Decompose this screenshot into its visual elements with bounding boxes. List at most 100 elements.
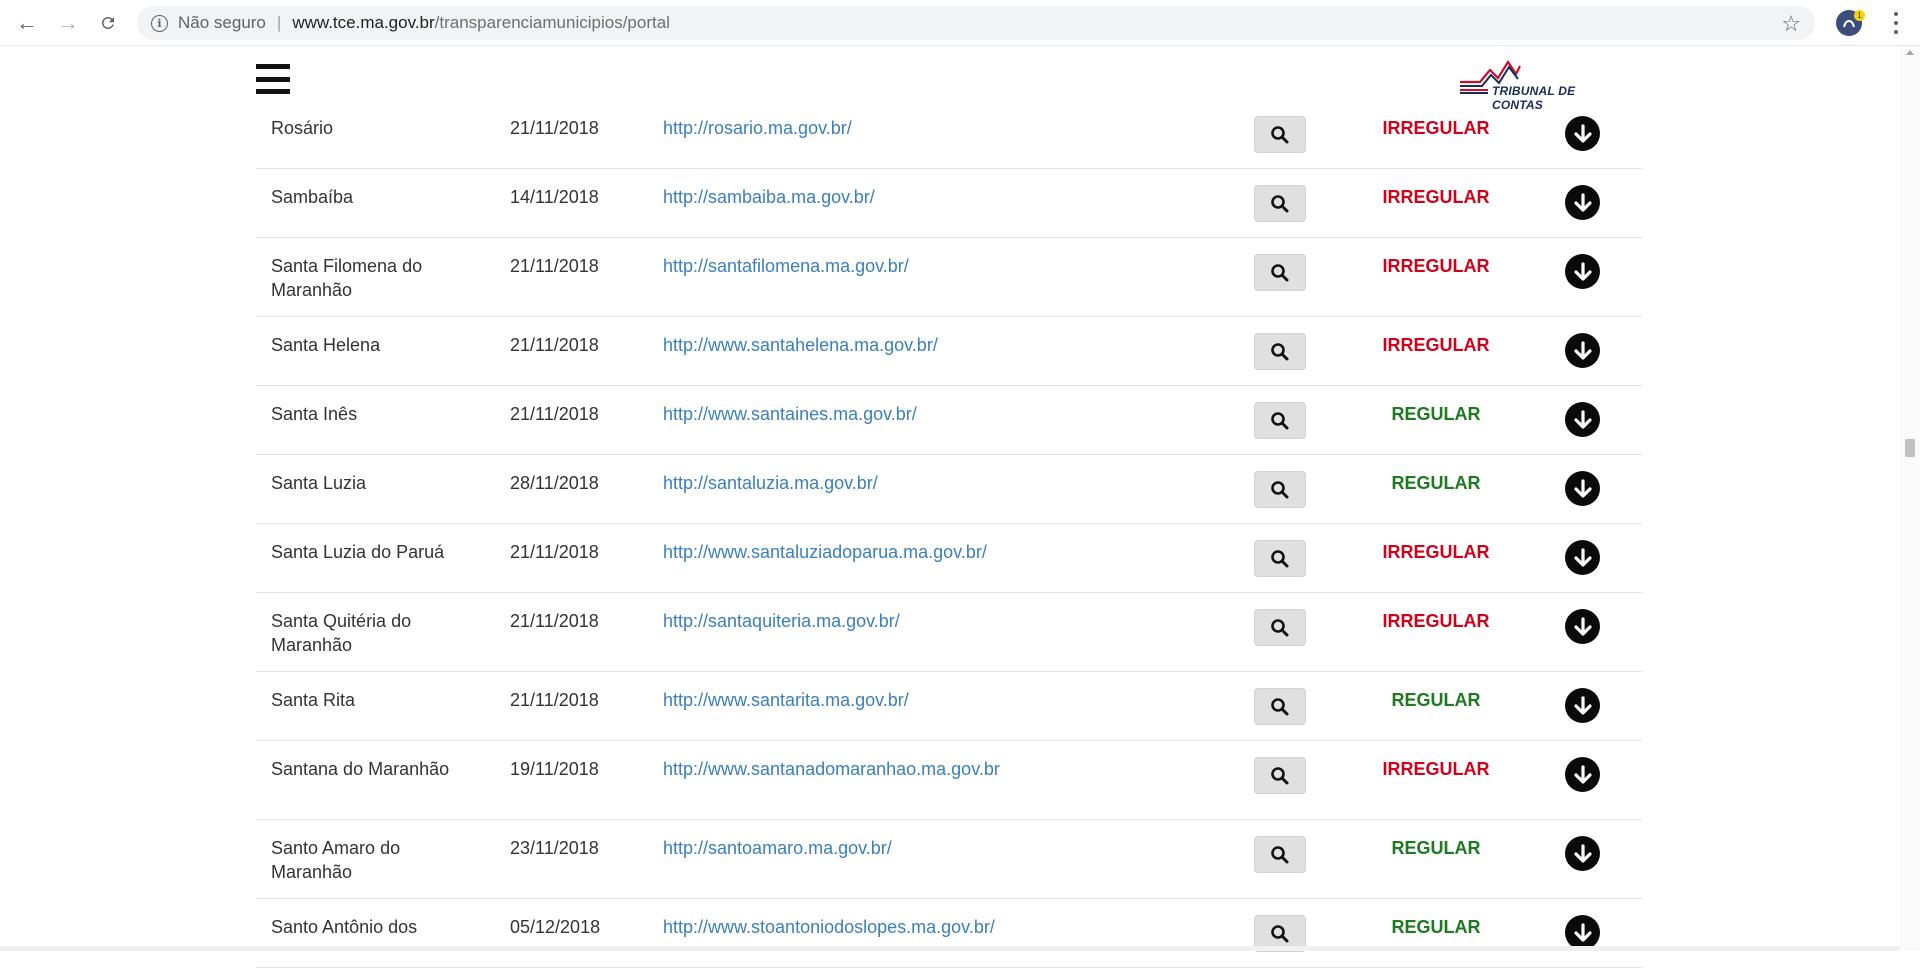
update-date: 14/11/2018 bbox=[510, 187, 599, 207]
portal-link[interactable]: http://www.santahelena.ma.gov.br/ bbox=[663, 333, 938, 357]
portal-link[interactable]: http://www.santarita.ma.gov.br/ bbox=[663, 688, 909, 712]
table-row: Santo Antônio dos 05/12/2018 http://www.… bbox=[256, 899, 1642, 968]
status-label: IRREGULAR bbox=[1382, 759, 1490, 779]
status-label: REGULAR bbox=[1391, 690, 1481, 710]
arrow-down-icon bbox=[1573, 547, 1592, 567]
update-date: 21/11/2018 bbox=[510, 404, 599, 424]
table-row: Santa Luzia 28/11/2018 http://santaluzia… bbox=[256, 455, 1642, 524]
download-button[interactable] bbox=[1565, 185, 1600, 220]
tce-logo[interactable]: TRIBUNAL DE CONTAS bbox=[1458, 56, 1626, 112]
search-button[interactable] bbox=[1254, 402, 1306, 439]
table-row: Sambaíba 14/11/2018 http://sambaiba.ma.g… bbox=[256, 169, 1642, 238]
portal-link[interactable]: http://santoamaro.ma.gov.br/ bbox=[663, 836, 892, 860]
info-icon[interactable]: i bbox=[151, 14, 168, 32]
status-label: IRREGULAR bbox=[1382, 542, 1490, 562]
status-label: REGULAR bbox=[1391, 917, 1481, 937]
magnifier-icon bbox=[1271, 697, 1289, 715]
table-row: Santa Filomena do Maranhão 21/11/2018 ht… bbox=[256, 238, 1642, 317]
arrow-down-icon bbox=[1573, 478, 1592, 498]
download-button[interactable] bbox=[1565, 333, 1600, 368]
scroll-up-arrow-icon[interactable] bbox=[1906, 50, 1914, 55]
portal-link[interactable]: http://www.santaluziadoparua.ma.gov.br/ bbox=[663, 540, 987, 564]
search-button[interactable] bbox=[1254, 688, 1306, 725]
search-button[interactable] bbox=[1254, 609, 1306, 646]
municipality-name: Santo Antônio dos bbox=[271, 917, 418, 937]
arrow-down-icon bbox=[1573, 843, 1592, 863]
portal-link[interactable]: http://www.santaines.ma.gov.br/ bbox=[663, 402, 917, 426]
magnifier-icon bbox=[1271, 766, 1289, 784]
reload-icon[interactable] bbox=[94, 9, 122, 37]
search-button[interactable] bbox=[1254, 254, 1306, 291]
browser-menu-icon[interactable] bbox=[1893, 12, 1899, 34]
portal-link[interactable]: http://santaluzia.ma.gov.br/ bbox=[663, 471, 878, 495]
search-button[interactable] bbox=[1254, 471, 1306, 508]
status-label: IRREGULAR bbox=[1382, 611, 1490, 631]
update-date: 21/11/2018 bbox=[510, 118, 599, 138]
table-row: Santa Quitéria do Maranhão 21/11/2018 ht… bbox=[256, 593, 1642, 672]
download-button[interactable] bbox=[1565, 254, 1600, 289]
update-date: 21/11/2018 bbox=[510, 335, 599, 355]
download-button[interactable] bbox=[1565, 402, 1600, 437]
portal-link[interactable]: http://santaquiteria.ma.gov.br/ bbox=[663, 609, 900, 633]
status-label: IRREGULAR bbox=[1382, 118, 1490, 138]
download-button[interactable] bbox=[1565, 836, 1600, 871]
magnifier-icon bbox=[1271, 411, 1289, 429]
portal-link[interactable]: http://www.stoantoniodoslopes.ma.gov.br/ bbox=[663, 915, 995, 939]
table-row: Santa Rita 21/11/2018 http://www.santari… bbox=[256, 672, 1642, 741]
scrollbar[interactable] bbox=[1900, 46, 1920, 951]
magnifier-icon bbox=[1271, 845, 1289, 863]
download-button[interactable] bbox=[1565, 757, 1600, 792]
municipality-name: Santa Luzia bbox=[271, 473, 367, 493]
magnifier-icon bbox=[1271, 125, 1289, 143]
back-arrow-icon[interactable]: ← bbox=[13, 9, 41, 37]
browser-toolbar: ← → i Não seguro | www.tce.ma.gov.br/tra… bbox=[0, 0, 1920, 46]
status-label: IRREGULAR bbox=[1382, 256, 1490, 276]
forward-arrow-icon[interactable]: → bbox=[54, 9, 82, 37]
municipality-name: Santo Amaro do Maranhão bbox=[271, 838, 401, 882]
portal-link[interactable]: http://santafilomena.ma.gov.br/ bbox=[663, 254, 909, 278]
status-label: REGULAR bbox=[1391, 473, 1481, 493]
update-date: 21/11/2018 bbox=[510, 542, 599, 562]
search-button[interactable] bbox=[1254, 836, 1306, 873]
magnifier-icon bbox=[1271, 549, 1289, 567]
download-button[interactable] bbox=[1565, 540, 1600, 575]
municipality-name: Santa Helena bbox=[271, 335, 381, 355]
magnifier-icon bbox=[1271, 194, 1289, 212]
status-label: REGULAR bbox=[1391, 404, 1481, 424]
download-button[interactable] bbox=[1565, 471, 1600, 506]
search-button[interactable] bbox=[1254, 116, 1306, 153]
magnifier-icon bbox=[1271, 263, 1289, 281]
arrow-down-icon bbox=[1573, 409, 1592, 429]
search-button[interactable] bbox=[1254, 757, 1306, 794]
table-row: Santa Helena 21/11/2018 http://www.santa… bbox=[256, 317, 1642, 386]
url-separator: | bbox=[276, 13, 282, 32]
scroll-thumb[interactable] bbox=[1905, 439, 1915, 457]
arrow-down-icon bbox=[1573, 123, 1592, 143]
municipality-name: Santa Quitéria do Maranhão bbox=[271, 611, 412, 655]
search-button[interactable] bbox=[1254, 333, 1306, 370]
magnifier-icon bbox=[1271, 924, 1289, 942]
bookmark-star-icon[interactable]: ☆ bbox=[1781, 11, 1801, 37]
arrow-down-icon bbox=[1573, 764, 1592, 784]
municipality-name: Santa Filomena do Maranhão bbox=[271, 256, 423, 300]
security-label: Não seguro bbox=[178, 13, 266, 32]
portal-link[interactable]: http://www.santanadomaranhao.ma.gov.br bbox=[663, 757, 1000, 781]
table-row: Santana do Maranhão 19/11/2018 http://ww… bbox=[256, 741, 1642, 820]
download-button[interactable] bbox=[1565, 688, 1600, 723]
address-bar[interactable]: i Não seguro | www.tce.ma.gov.br/transpa… bbox=[137, 6, 1815, 40]
arrow-down-icon bbox=[1573, 616, 1592, 636]
search-button[interactable] bbox=[1254, 185, 1306, 222]
download-button[interactable] bbox=[1565, 915, 1600, 950]
hamburger-menu-icon[interactable] bbox=[256, 64, 290, 94]
search-button[interactable] bbox=[1254, 540, 1306, 577]
municipalities-table: Rosário 21/11/2018 http://rosario.ma.gov… bbox=[256, 100, 1642, 968]
download-button[interactable] bbox=[1565, 116, 1600, 151]
url-host: www.tce.ma.gov.br bbox=[292, 13, 435, 32]
update-date: 19/11/2018 bbox=[510, 759, 599, 779]
status-label: REGULAR bbox=[1391, 838, 1481, 858]
arrow-down-icon bbox=[1573, 340, 1592, 360]
update-date: 05/12/2018 bbox=[510, 917, 601, 937]
portal-link[interactable]: http://rosario.ma.gov.br/ bbox=[663, 116, 852, 140]
download-button[interactable] bbox=[1565, 609, 1600, 644]
portal-link[interactable]: http://sambaiba.ma.gov.br/ bbox=[663, 185, 875, 209]
